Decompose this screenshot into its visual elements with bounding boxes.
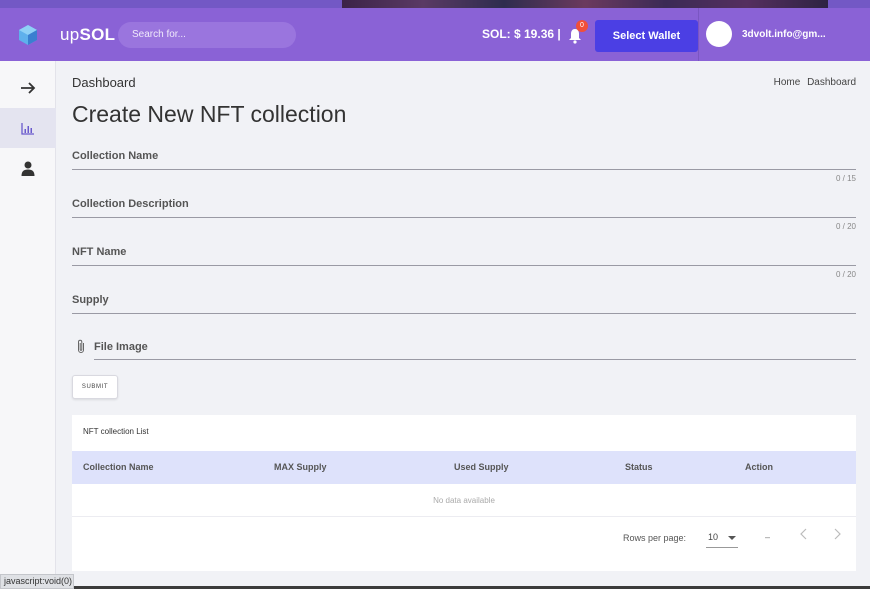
collection-name-field[interactable]: Collection Name 0 / 15	[72, 150, 856, 183]
breadcrumb-home[interactable]: Home	[774, 77, 801, 88]
user-icon	[21, 161, 35, 176]
breadcrumb-dashboard[interactable]: Dashboard	[807, 77, 856, 88]
submit-button[interactable]: SUBMIT	[72, 375, 118, 399]
column-header-max-supply[interactable]: MAX Supply	[274, 451, 327, 484]
sidebar-item-profile[interactable]	[0, 148, 56, 188]
breadcrumb-title: Dashboard	[72, 75, 136, 90]
collection-description-field[interactable]: Collection Description 0 / 20	[72, 198, 856, 231]
table-footer: Rows per page: 10 –	[72, 518, 856, 558]
next-page-button[interactable]	[833, 528, 841, 543]
supply-label: Supply	[72, 294, 109, 306]
pagination-range: –	[765, 532, 771, 542]
main-content: Dashboard Home Dashboard Create New NFT …	[56, 61, 870, 589]
table-title: NFT collection List	[83, 427, 149, 436]
rows-per-page-value: 10	[708, 532, 719, 542]
previous-page-button[interactable]	[800, 528, 808, 543]
select-wallet-button[interactable]: Select Wallet	[595, 20, 698, 52]
arrow-right-icon	[21, 82, 36, 94]
file-image-label: File Image	[94, 340, 148, 353]
nft-name-counter: 0 / 20	[835, 270, 856, 279]
search-input[interactable]	[132, 29, 282, 40]
table-header: Collection Name MAX Supply Used Supply S…	[72, 451, 856, 484]
file-image-underline	[94, 359, 856, 360]
paperclip-icon[interactable]	[76, 339, 86, 354]
empty-state: No data available	[72, 484, 856, 517]
top-banner-image	[342, 0, 828, 8]
browser-status-bar: javascript:void(0)	[0, 574, 74, 589]
file-image-field[interactable]: File Image	[76, 339, 856, 360]
column-header-used-supply[interactable]: Used Supply	[454, 451, 509, 484]
sidebar	[0, 61, 56, 589]
collection-name-underline	[72, 169, 856, 170]
header-divider	[698, 8, 699, 61]
collection-name-label: Collection Name	[72, 150, 159, 162]
chevron-left-icon	[800, 528, 807, 540]
column-header-status[interactable]: Status	[625, 451, 653, 484]
logo-icon	[19, 24, 37, 45]
nft-collection-table: NFT collection List Collection Name MAX …	[72, 415, 856, 571]
rows-per-page-select[interactable]: 10	[706, 528, 738, 548]
rows-per-page-label: Rows per page:	[623, 533, 687, 543]
notifications-button[interactable]: 0	[568, 20, 588, 44]
chevron-right-icon	[834, 528, 841, 540]
breadcrumb: Home Dashboard	[770, 77, 856, 88]
bar-chart-icon	[21, 122, 34, 135]
sidebar-item-dashboard[interactable]	[0, 108, 56, 148]
nft-name-underline	[72, 265, 856, 266]
avatar[interactable]	[706, 21, 732, 47]
nft-name-field[interactable]: NFT Name 0 / 20	[72, 246, 856, 279]
sidebar-item-expand[interactable]	[0, 68, 56, 108]
user-email[interactable]: 3dvolt.info@gm...	[742, 8, 826, 61]
column-header-action[interactable]: Action	[745, 451, 773, 484]
search-box[interactable]	[118, 21, 296, 48]
chevron-down-icon	[728, 536, 736, 540]
brand-prefix: up	[60, 24, 80, 44]
brand-name[interactable]: upSOL	[60, 25, 118, 45]
logo[interactable]	[0, 8, 56, 61]
supply-underline	[72, 313, 856, 314]
column-header-collection-name[interactable]: Collection Name	[83, 451, 154, 484]
app-header: upSOL SOL: $ 19.36 | 0 Select Wallet 3dv…	[0, 8, 870, 61]
collection-description-counter: 0 / 20	[835, 222, 856, 231]
notification-badge: 0	[576, 20, 588, 32]
sol-balance: SOL: $ 19.36 |	[482, 27, 561, 41]
page-title: Create New NFT collection	[72, 101, 347, 127]
supply-field[interactable]: Supply	[72, 294, 856, 314]
collection-name-counter: 0 / 15	[835, 174, 856, 183]
collection-description-label: Collection Description	[72, 198, 189, 210]
brand-suffix: SOL	[79, 24, 116, 44]
collection-description-underline	[72, 217, 856, 218]
nft-name-label: NFT Name	[72, 246, 127, 258]
